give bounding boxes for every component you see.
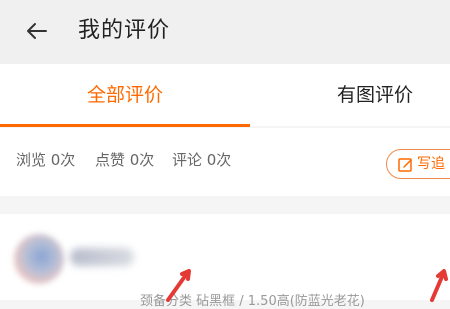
active-tab-indicator <box>0 124 250 127</box>
stat-browse: 浏览 0次 <box>16 151 76 169</box>
back-arrow-icon[interactable] <box>22 16 52 46</box>
tab-bar: 全部评价 有图评价 <box>0 64 450 127</box>
review-card[interactable]: 颈备分类 砧黑框 / 1.50高(防蓝光老花) <box>0 214 450 309</box>
tab-image-reviews[interactable]: 有图评价 <box>300 64 450 126</box>
page-title: 我的评价 <box>78 18 171 43</box>
edit-icon <box>398 158 412 172</box>
write-follow-up-review-button[interactable]: 写追 <box>386 149 450 179</box>
review-stats: 浏览 0次 点赞 0次 评论 0次 写追 <box>0 128 450 196</box>
tab-all-reviews[interactable]: 全部评价 <box>0 64 250 126</box>
stat-like: 点赞 0次 <box>95 151 155 169</box>
write-follow-up-label: 写追 <box>417 156 445 172</box>
annotation-arrow-icon <box>430 269 448 302</box>
avatar <box>14 234 64 284</box>
annotation-arrow-icon <box>166 269 191 302</box>
top-bar: 我的评价 <box>0 0 450 64</box>
stat-comment: 评论 0次 <box>172 151 232 169</box>
blurred-username <box>70 248 134 266</box>
